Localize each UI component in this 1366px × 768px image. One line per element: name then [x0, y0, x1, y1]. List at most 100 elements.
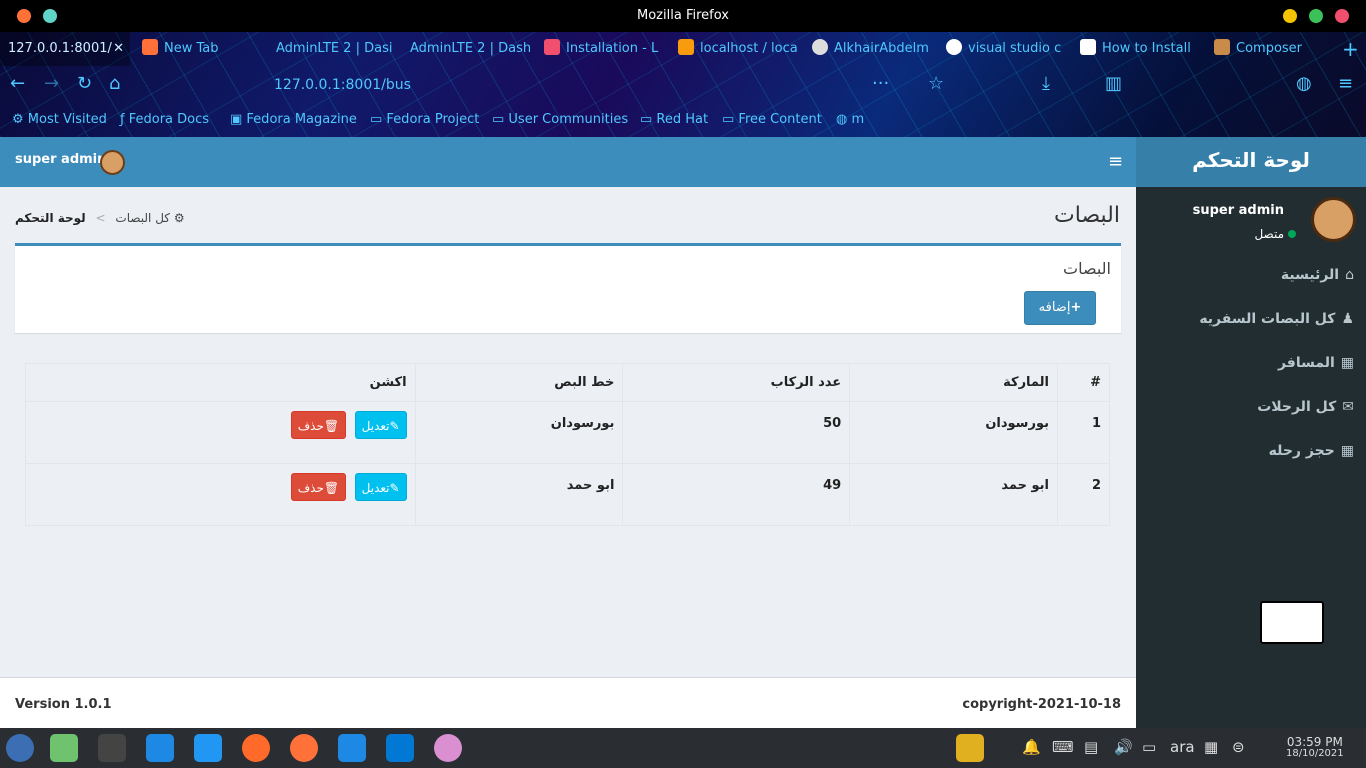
- network-icon[interactable]: ▦: [1204, 738, 1218, 756]
- page-actions-icon[interactable]: ···: [872, 74, 889, 94]
- delete-button[interactable]: حذف🗑: [290, 411, 347, 439]
- clipboard-icon[interactable]: ▤: [1084, 738, 1098, 756]
- globe-icon[interactable]: ◍: [1296, 74, 1312, 94]
- file-manager-icon[interactable]: [146, 734, 174, 762]
- bookmark-red-hat[interactable]: ▭ Red Hat: [640, 112, 708, 127]
- keyboard-icon[interactable]: [1260, 601, 1324, 644]
- edit-button[interactable]: تعديل✎: [354, 473, 407, 501]
- edit-button[interactable]: تعديل✎: [354, 411, 407, 439]
- buses-box: البصات إضافه+: [15, 243, 1121, 333]
- bookmark-most-visited[interactable]: ⚙ Most Visited: [12, 112, 107, 127]
- col-seats: عدد الركاب: [622, 363, 851, 402]
- home-icon: ⌂: [1345, 267, 1354, 283]
- tab-adminlte-1[interactable]: AdminLTE 2 | Dasi: [268, 32, 398, 66]
- app-launcher-icon[interactable]: [50, 734, 78, 762]
- cell-id: 2: [1057, 463, 1110, 526]
- tab-new[interactable]: New Tab: [134, 32, 264, 66]
- fedora-menu-icon[interactable]: [6, 734, 34, 762]
- col-brand: الماركة: [849, 363, 1058, 402]
- bookmark-m[interactable]: ◍ m: [836, 112, 864, 127]
- delete-button[interactable]: حذف🗑: [290, 473, 347, 501]
- forward-icon[interactable]: →: [44, 74, 59, 94]
- breadcrumb: كل البصات > لوحة التحكم ⚙: [15, 211, 185, 225]
- firefox-taskbar-icon[interactable]: [290, 734, 318, 762]
- cell-line: بورسودان: [414, 401, 624, 464]
- header-avatar[interactable]: [100, 150, 125, 175]
- add-button[interactable]: إضافه+: [1024, 291, 1096, 325]
- sidebar-item-buses[interactable]: ♟كل البصات السفريه: [1199, 311, 1354, 327]
- sidebar-item-home[interactable]: ⌂الرئيسية: [1281, 267, 1354, 283]
- bookmark-free-content[interactable]: ▭ Free Content: [722, 112, 822, 127]
- download-icon[interactable]: ⤓: [1042, 74, 1050, 94]
- url-bar[interactable]: 127.0.0.1:8001/bus: [226, 72, 966, 98]
- logo[interactable]: لوحة التحكم: [1136, 137, 1366, 187]
- tab-active[interactable]: 127.0.0.1:8001/✕: [0, 32, 130, 66]
- sidebar-item-booking[interactable]: ▦حجز رحله: [1269, 443, 1354, 459]
- edit-icon: ✎: [389, 419, 400, 433]
- row-actions: حذف🗑 تعديل✎: [25, 401, 416, 464]
- clock[interactable]: 03:59 PM 18/10/2021: [1286, 736, 1344, 760]
- sidebar-toggle-icon[interactable]: ▥: [1105, 74, 1122, 94]
- dashboard-icon: ⚙: [173, 211, 185, 225]
- notes-icon[interactable]: [956, 734, 984, 762]
- sidebar-avatar: [1311, 197, 1356, 242]
- postman-icon[interactable]: [242, 734, 270, 762]
- back-icon[interactable]: ←: [10, 74, 25, 94]
- users-icon: ♟: [1341, 311, 1354, 327]
- sidebar-item-passenger[interactable]: ▦المسافر: [1278, 355, 1354, 371]
- bookmark-star-icon[interactable]: ☆: [928, 74, 944, 94]
- bookmark-fedora-docs[interactable]: ƒ Fedora Docs: [120, 112, 209, 127]
- close-button[interactable]: [1335, 9, 1349, 23]
- close-tab-icon[interactable]: ✕: [113, 32, 124, 66]
- sidebar: super admin متصل ⌂الرئيسية ♟كل البصات ال…: [1136, 187, 1366, 728]
- keyboard-tray-icon[interactable]: ⌨: [1052, 738, 1074, 756]
- reload-icon[interactable]: ↻: [77, 74, 92, 94]
- battery-icon[interactable]: ▭: [1142, 738, 1156, 756]
- edit-icon: ✎: [389, 481, 400, 495]
- bookmark-fedora-magazine[interactable]: ▣ Fedora Magazine: [230, 112, 357, 127]
- tab-composer[interactable]: Composer: [1206, 32, 1326, 66]
- sidebar-item-trips[interactable]: ✉كل الرحلات: [1257, 399, 1354, 415]
- tab-localhost[interactable]: localhost / loca: [670, 32, 800, 66]
- window-titlebar: Mozilla Firefox: [0, 0, 1366, 32]
- table-header-row: اكشن خط البص عدد الركاب الماركة #: [25, 363, 1110, 402]
- col-action: اكشن: [25, 363, 416, 402]
- new-tab-icon[interactable]: +: [1334, 32, 1364, 66]
- tab-google[interactable]: visual studio c: [938, 32, 1068, 66]
- minimize-button[interactable]: [1283, 9, 1297, 23]
- toggle-icon[interactable]: ⊜: [1232, 738, 1245, 756]
- notifications-icon[interactable]: 🔔: [1022, 738, 1041, 756]
- tab-installation[interactable]: Installation - L: [536, 32, 666, 66]
- header-user-name[interactable]: super admin: [15, 152, 106, 167]
- app-icon[interactable]: [434, 734, 462, 762]
- table-row: حذف🗑 تعديل✎ بورسودان 50 بورسودان 1: [25, 401, 1110, 464]
- menu-icon[interactable]: ≡: [1338, 74, 1353, 94]
- document-icon[interactable]: [338, 734, 366, 762]
- maximize-button[interactable]: [1309, 9, 1323, 23]
- sidebar-user-name: super admin: [1192, 203, 1284, 218]
- box-title: البصات: [1063, 259, 1111, 278]
- volume-icon[interactable]: 🔊: [1114, 738, 1133, 756]
- bookmark-fedora-project[interactable]: ▭ Fedora Project: [370, 112, 479, 127]
- tab-how-to-install[interactable]: How to Install: [1072, 32, 1202, 66]
- language-indicator[interactable]: ara: [1170, 738, 1195, 756]
- settings-app-icon[interactable]: [98, 734, 126, 762]
- tab-adminlte-2[interactable]: AdminLTE 2 | Dash: [402, 32, 532, 66]
- store-icon[interactable]: [194, 734, 222, 762]
- copyright-label: copyright-2021-10-18: [962, 697, 1121, 712]
- grid-icon: ▦: [1340, 443, 1354, 459]
- envelope-icon: ✉: [1342, 399, 1354, 415]
- cell-brand: بورسودان: [849, 401, 1058, 464]
- window-title: Mozilla Firefox: [637, 8, 729, 23]
- vscode-icon[interactable]: [386, 734, 414, 762]
- trash-icon: 🗑: [323, 481, 340, 495]
- home-icon[interactable]: ⌂: [109, 74, 120, 94]
- bookmark-user-communities[interactable]: ▭ User Communities: [492, 112, 628, 127]
- tab-github[interactable]: AlkhairAbdelm: [804, 32, 934, 66]
- row-actions: حذف🗑 تعديل✎: [25, 463, 416, 526]
- building-icon: ▦: [1340, 355, 1354, 371]
- cell-id: 1: [1057, 401, 1110, 464]
- breadcrumb-home[interactable]: لوحة التحكم: [15, 211, 86, 225]
- sidebar-toggle-icon[interactable]: ≡: [1108, 151, 1123, 172]
- status-online: متصل: [1254, 227, 1296, 241]
